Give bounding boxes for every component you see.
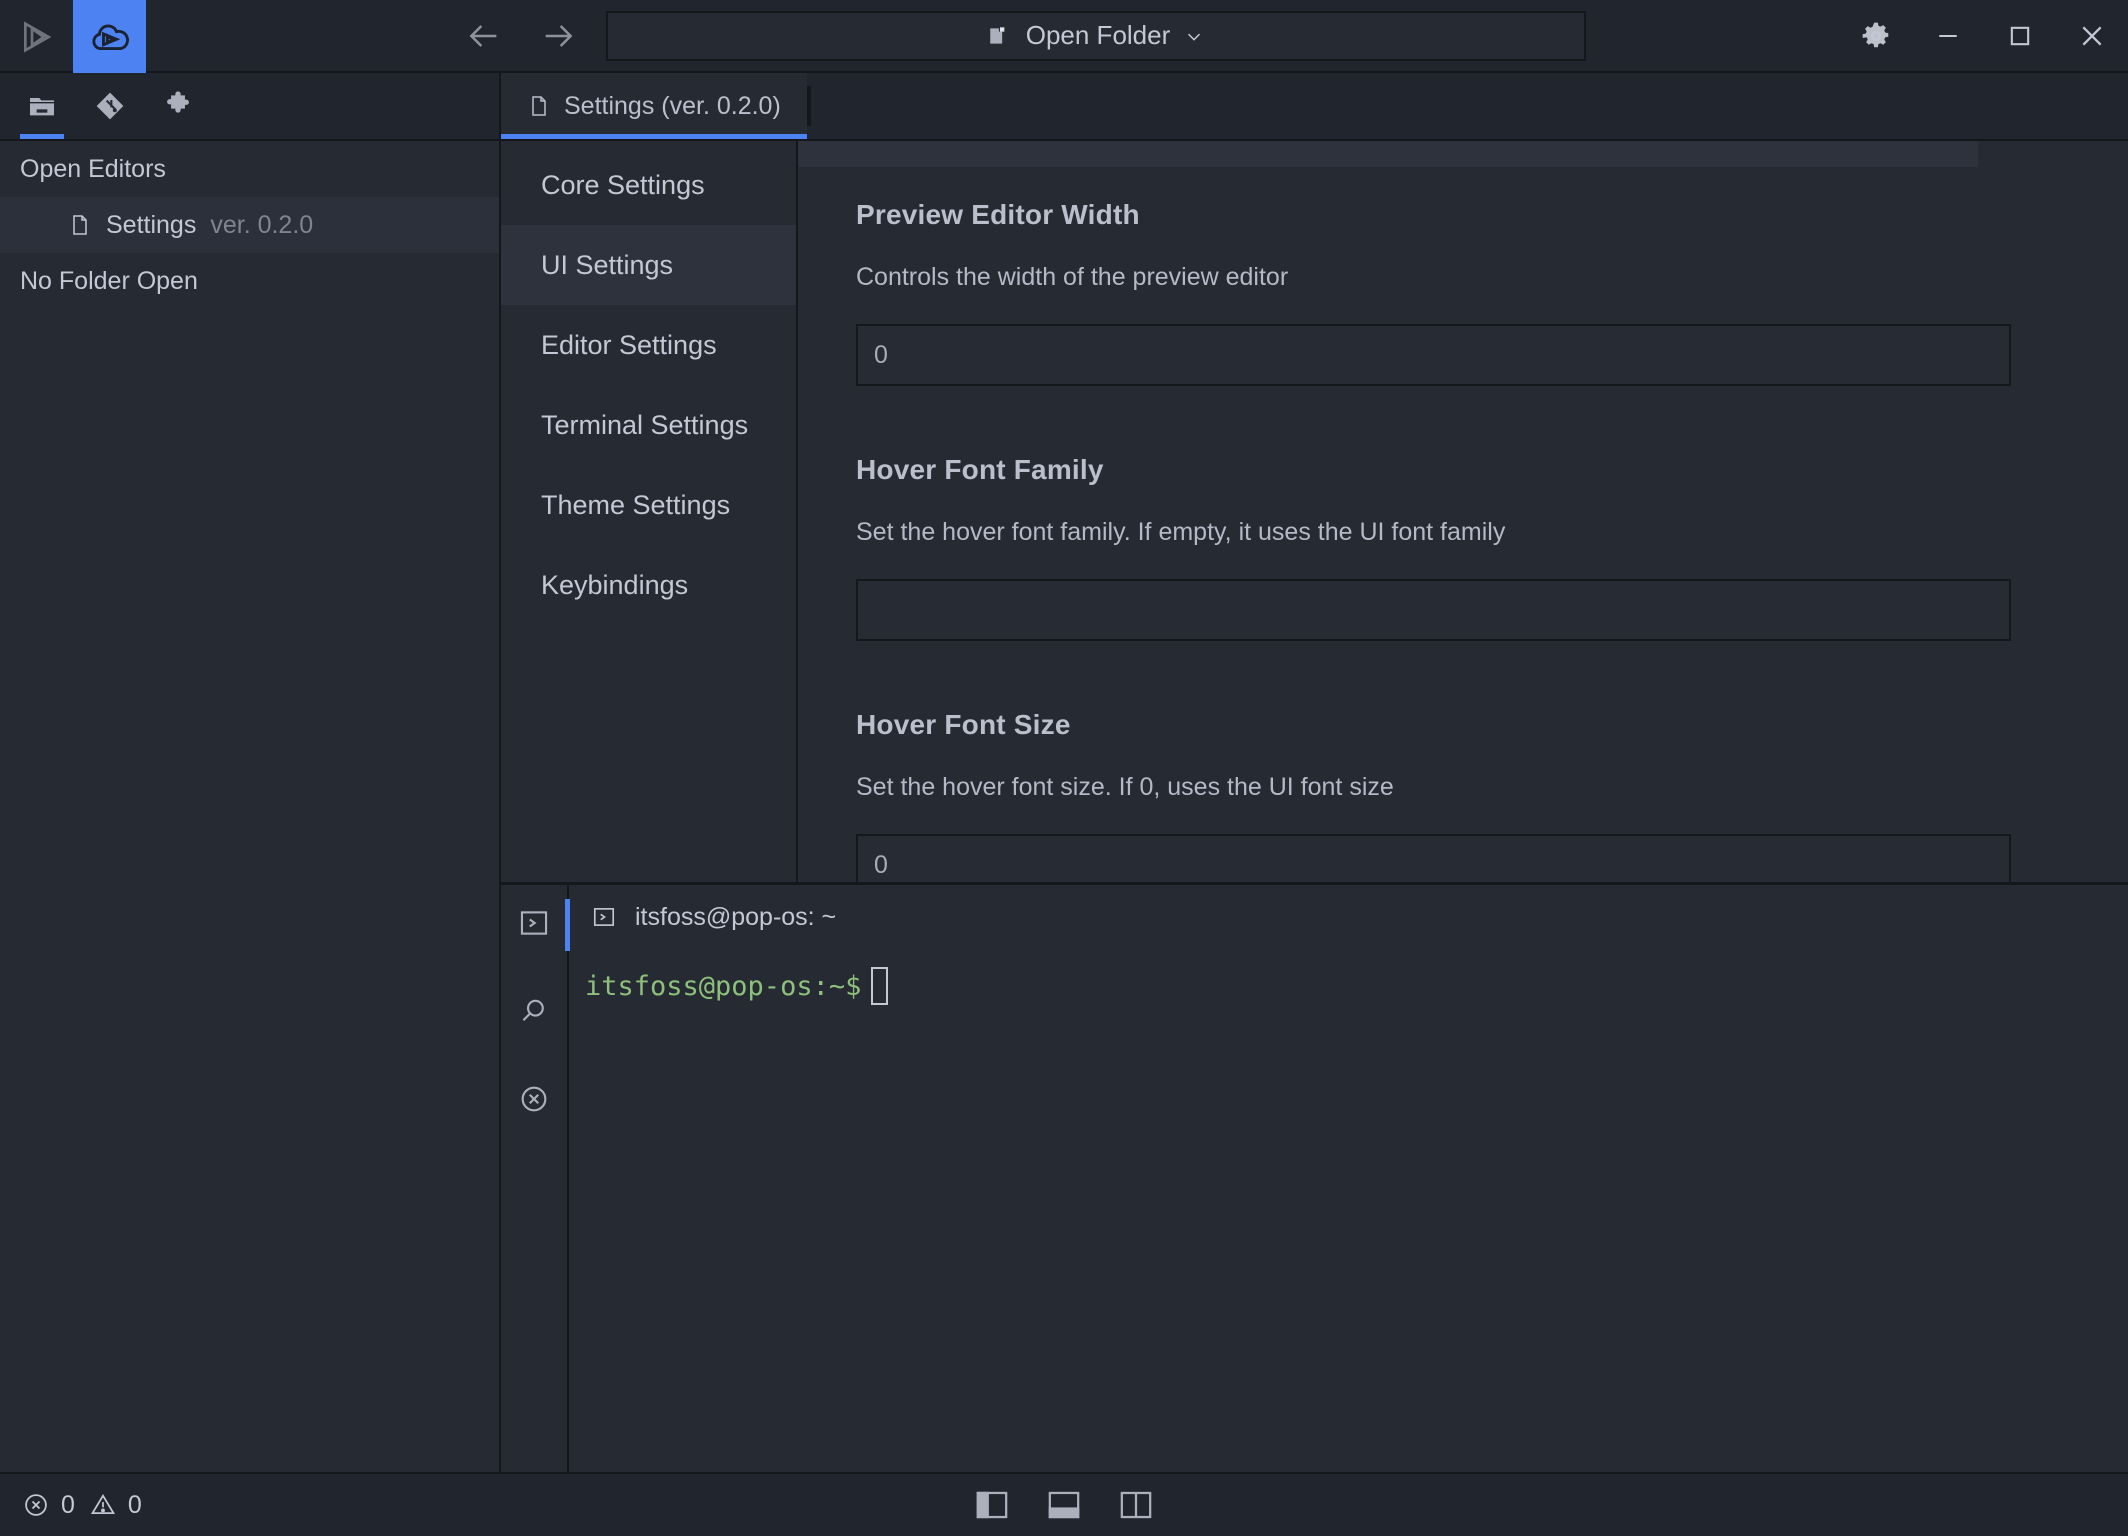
settings-nav-ui-label: UI Settings (541, 250, 673, 281)
open-editors-header[interactable]: Open Editors (0, 141, 499, 197)
maximize-button[interactable] (1984, 0, 2056, 72)
setting-description: Controls the width of the preview editor (856, 263, 2070, 292)
open-editor-version: ver. 0.2.0 (210, 211, 313, 240)
tab-separator (807, 86, 811, 126)
toggle-panel-button[interactable] (1045, 1488, 1083, 1522)
file-icon (68, 212, 92, 238)
open-folder-wrap: Open Folder (606, 0, 1586, 71)
no-folder-open-label[interactable]: No Folder Open (0, 253, 499, 309)
terminal-body[interactable]: itsfoss@pop-os:~$ (569, 949, 2128, 1472)
settings-nav-terminal-label: Terminal Settings (541, 410, 748, 441)
setting-title: Hover Font Family (856, 454, 2070, 486)
titlebar-flex-spacer (1586, 0, 1840, 71)
settings-nav-editor-label: Editor Settings (541, 330, 717, 361)
body-row: Open Editors Settings ver. 0.2.0 No Fold… (0, 73, 2128, 1472)
settings-split: Core Settings UI Settings Editor Setting… (501, 141, 2128, 882)
settings-nav-theme-label: Theme Settings (541, 490, 730, 521)
editor-area: Settings (ver. 0.2.0) Core Settings UI S… (501, 73, 2128, 1472)
panel-main: itsfoss@pop-os: ~ itsfoss@pop-os:~$ (569, 885, 2128, 1472)
setting-hover-font-size: Hover Font Size Set the hover font size.… (798, 709, 2128, 882)
open-editor-name: Settings (106, 211, 196, 240)
hover-font-family-input[interactable] (856, 579, 2011, 641)
back-button[interactable] (460, 13, 506, 59)
terminal-tab[interactable]: itsfoss@pop-os: ~ (569, 885, 2128, 949)
toggle-primary-sidebar-button[interactable] (973, 1488, 1011, 1522)
layout-toggles (0, 1488, 2128, 1522)
explorer-sidebar: Open Editors Settings ver. 0.2.0 No Fold… (0, 73, 501, 1472)
settings-nav-terminal[interactable]: Terminal Settings (501, 385, 796, 465)
app-logo-cloud[interactable] (73, 0, 146, 73)
tab-bar: Settings (ver. 0.2.0) (501, 73, 2128, 141)
hover-font-size-input[interactable]: 0 (856, 834, 2011, 882)
app-window: Open Folder (0, 0, 2128, 1536)
settings-nav-core-label: Core Settings (541, 170, 705, 201)
settings-nav-keybindings[interactable]: Keybindings (501, 545, 796, 625)
open-folder-button[interactable]: Open Folder (606, 11, 1586, 61)
setting-description: Set the hover font family. If empty, it … (856, 518, 2070, 547)
status-bar: 0 0 (0, 1472, 2128, 1536)
preview-editor-width-input[interactable]: 0 (856, 324, 2011, 386)
panel-close-button[interactable] (510, 1075, 558, 1123)
titlebar-left-spacer (146, 0, 436, 71)
title-bar: Open Folder (0, 0, 2128, 73)
terminal-cursor (871, 967, 888, 1005)
panel-search-button[interactable] (510, 987, 558, 1035)
settings-content: Preview Editor Width Controls the width … (798, 141, 2128, 882)
open-editor-item[interactable]: Settings ver. 0.2.0 (0, 197, 499, 253)
toggle-secondary-sidebar-button[interactable] (1117, 1488, 1155, 1522)
settings-nav-theme[interactable]: Theme Settings (501, 465, 796, 545)
scrolled-partial-field (798, 141, 1978, 167)
file-icon (527, 93, 551, 119)
puzzle-icon (162, 90, 194, 122)
settings-nav-editor[interactable]: Editor Settings (501, 305, 796, 385)
setting-title: Preview Editor Width (856, 199, 2070, 231)
input-value: 0 (874, 341, 888, 370)
settings-gear-button[interactable] (1840, 0, 1912, 72)
navigation-arrows (436, 0, 606, 71)
activity-item-extensions[interactable] (144, 73, 212, 139)
settings-nav: Core Settings UI Settings Editor Setting… (501, 141, 798, 882)
panel-active-indicator (565, 899, 570, 951)
folder-icon (987, 23, 1013, 49)
terminal-icon (591, 904, 617, 930)
panel-rail (501, 885, 569, 1472)
setting-description: Set the hover font size. If 0, uses the … (856, 773, 2070, 802)
minimize-button[interactable] (1912, 0, 1984, 72)
tab-settings[interactable]: Settings (ver. 0.2.0) (501, 73, 807, 139)
folder-icon (26, 90, 58, 122)
input-value: 0 (874, 851, 888, 880)
chevron-down-icon (1183, 25, 1205, 47)
forward-button[interactable] (536, 13, 582, 59)
git-branch-icon (94, 90, 126, 122)
settings-nav-keybindings-label: Keybindings (541, 570, 688, 601)
open-folder-label: Open Folder (1026, 20, 1171, 51)
activity-item-source-control[interactable] (76, 73, 144, 139)
tab-label: Settings (ver. 0.2.0) (564, 92, 781, 121)
terminal-prompt: itsfoss@pop-os:~$ (585, 971, 861, 1002)
close-button[interactable] (2056, 0, 2128, 72)
settings-nav-core[interactable]: Core Settings (501, 145, 796, 225)
activity-item-explorer[interactable] (8, 73, 76, 139)
window-controls (1840, 0, 2128, 71)
panel-terminal-button[interactable] (510, 899, 558, 947)
terminal-tab-label: itsfoss@pop-os: ~ (635, 903, 836, 932)
settings-nav-ui[interactable]: UI Settings (501, 225, 796, 305)
setting-title: Hover Font Size (856, 709, 2070, 741)
activity-bar (0, 73, 499, 141)
terminal-line: itsfoss@pop-os:~$ (585, 967, 2128, 1005)
setting-preview-editor-width: Preview Editor Width Controls the width … (798, 199, 2128, 386)
app-logo-plain (0, 0, 73, 73)
setting-hover-font-family: Hover Font Family Set the hover font fam… (798, 454, 2128, 641)
terminal-panel: itsfoss@pop-os: ~ itsfoss@pop-os:~$ (501, 882, 2128, 1472)
